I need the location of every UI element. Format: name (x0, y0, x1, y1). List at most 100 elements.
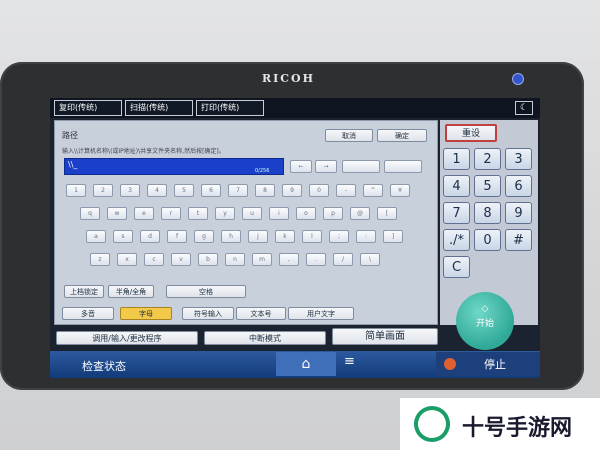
space-key[interactable]: 空格 (166, 285, 246, 298)
keyboard-key[interactable]: 1 (66, 184, 86, 197)
keyboard-key[interactable]: ^ (363, 184, 383, 197)
keyboard-key[interactable]: ¥ (390, 184, 410, 197)
numpad-key[interactable]: 2 (474, 148, 501, 170)
keyboard-key[interactable]: \ (360, 253, 380, 266)
numpad-key[interactable]: ./* (443, 229, 470, 251)
keyboard-key[interactable]: - (336, 184, 356, 197)
keyboard-key[interactable]: / (333, 253, 353, 266)
stop-icon (444, 358, 456, 370)
program-button[interactable]: 调用/输入/更改程序 (56, 331, 198, 345)
keyboard-key[interactable]: g (194, 230, 214, 243)
numpad-key[interactable]: 5 (474, 175, 501, 197)
keyboard-key[interactable]: m (252, 253, 272, 266)
path-field-value: \\_ (68, 160, 78, 169)
cursor-left-key[interactable]: ← (290, 160, 312, 173)
numpad-key[interactable]: # (505, 229, 532, 251)
keyboard-key[interactable]: [ (377, 207, 397, 220)
keyboard-key[interactable]: q (80, 207, 100, 220)
backspace-key[interactable] (384, 160, 422, 173)
keyboard-key[interactable]: f (167, 230, 187, 243)
keyboard-key[interactable]: w (107, 207, 127, 220)
numpad-key[interactable]: 4 (443, 175, 470, 197)
path-label: 路径 (62, 131, 78, 140)
tab-print[interactable]: 打印(传统) (196, 100, 264, 116)
keyboard-key[interactable]: b (198, 253, 218, 266)
simple-screen-button[interactable]: 简单画面 (332, 328, 438, 345)
keyboard-key[interactable]: 5 (174, 184, 194, 197)
mode-button-alphabet[interactable]: 字母 (120, 307, 172, 320)
keyboard-key[interactable]: @ (350, 207, 370, 220)
keyboard-key[interactable]: o (296, 207, 316, 220)
keyboard-key[interactable]: h (221, 230, 241, 243)
keyboard-key[interactable]: d (140, 230, 160, 243)
numpad-key[interactable]: 9 (505, 202, 532, 224)
keyboard-key[interactable]: 4 (147, 184, 167, 197)
night-mode-icon[interactable]: ☾ (515, 101, 533, 115)
halfwidth-fullwidth-button[interactable]: 半角/全角 (108, 285, 154, 298)
keyboard-key[interactable]: u (242, 207, 262, 220)
mode-button-symbol[interactable]: 符号输入 (182, 307, 234, 320)
start-button[interactable]: ◇ 开始 (456, 292, 514, 350)
keyboard-key[interactable]: k (275, 230, 295, 243)
keyboard-key[interactable]: v (171, 253, 191, 266)
keyboard-key[interactable]: t (188, 207, 208, 220)
caps-lock-button[interactable]: 上档锁定 (64, 285, 104, 298)
start-icon: ◇ (481, 304, 489, 314)
keyboard-key[interactable]: 6 (201, 184, 221, 197)
keyboard-key[interactable]: ; (329, 230, 349, 243)
mode-button-user-text[interactable]: 用户文字 (288, 307, 354, 320)
mode-button-pinyin[interactable]: 多音 (62, 307, 114, 320)
numpad-key[interactable]: 8 (474, 202, 501, 224)
numpad-key[interactable]: C (443, 256, 470, 278)
keyboard-key[interactable]: x (117, 253, 137, 266)
tab-scan[interactable]: 扫描(传统) (125, 100, 193, 116)
watermark-banner: 十号手游网 (400, 398, 600, 450)
keyboard-key[interactable]: i (269, 207, 289, 220)
keyboard-key[interactable]: c (144, 253, 164, 266)
stop-label: 停止 (484, 358, 506, 371)
interrupt-mode-button[interactable]: 中断模式 (204, 331, 326, 345)
ok-button[interactable]: 确定 (377, 129, 427, 142)
check-status-button[interactable]: 检查状态 (82, 358, 126, 374)
keyboard-key[interactable]: 8 (255, 184, 275, 197)
keyboard-key[interactable]: 0 (309, 184, 329, 197)
tab-copy[interactable]: 复印(传统) (54, 100, 122, 116)
keyboard-key[interactable]: . (306, 253, 326, 266)
keyboard-key[interactable]: z (90, 253, 110, 266)
path-instruction: 输入\\计算机名称\(或IP地址)\共享文件夹名称,然后按[确定]。 (62, 148, 225, 155)
keyboard-key[interactable]: y (215, 207, 235, 220)
numpad-key[interactable]: 7 (443, 202, 470, 224)
keyboard-key[interactable]: 7 (228, 184, 248, 197)
menu-icon[interactable]: ≡ (344, 354, 355, 369)
mode-button-text-number[interactable]: 文本号 (236, 307, 286, 320)
keyboard-key[interactable]: a (86, 230, 106, 243)
keyboard-key[interactable]: 3 (120, 184, 140, 197)
home-icon[interactable]: ⌂ (276, 352, 336, 376)
simple-screen-label: 简单画面 (365, 331, 405, 342)
numpad-key[interactable]: 0 (474, 229, 501, 251)
delete-key[interactable] (342, 160, 380, 173)
keyboard-key[interactable]: 2 (93, 184, 113, 197)
keyboard-key[interactable]: j (248, 230, 268, 243)
watermark-logo (408, 400, 456, 448)
numpad-key[interactable]: 1 (443, 148, 470, 170)
cursor-right-key[interactable]: → (315, 160, 337, 173)
photo-stage: RICOH 复印(传统) 扫描(传统) 打印(传统) ☾ 路径 取消 确定 输入… (0, 0, 600, 450)
numpad-key[interactable]: 3 (505, 148, 532, 170)
keyboard-key[interactable]: n (225, 253, 245, 266)
numpad-key[interactable]: 6 (505, 175, 532, 197)
keyboard-key[interactable]: 9 (282, 184, 302, 197)
keyboard-key[interactable]: e (134, 207, 154, 220)
stop-button[interactable]: 停止 (436, 352, 540, 376)
keyboard-key[interactable]: p (323, 207, 343, 220)
cancel-button[interactable]: 取消 (325, 129, 373, 142)
keyboard-key[interactable]: s (113, 230, 133, 243)
reset-button[interactable]: 重设 (445, 124, 497, 142)
power-icon[interactable] (512, 73, 524, 85)
keyboard-key[interactable]: r (161, 207, 181, 220)
keyboard-key[interactable]: ] (383, 230, 403, 243)
keyboard-key[interactable]: : (356, 230, 376, 243)
keyboard-key[interactable]: l (302, 230, 322, 243)
keyboard-key[interactable]: , (279, 253, 299, 266)
path-input-field[interactable] (64, 158, 284, 175)
